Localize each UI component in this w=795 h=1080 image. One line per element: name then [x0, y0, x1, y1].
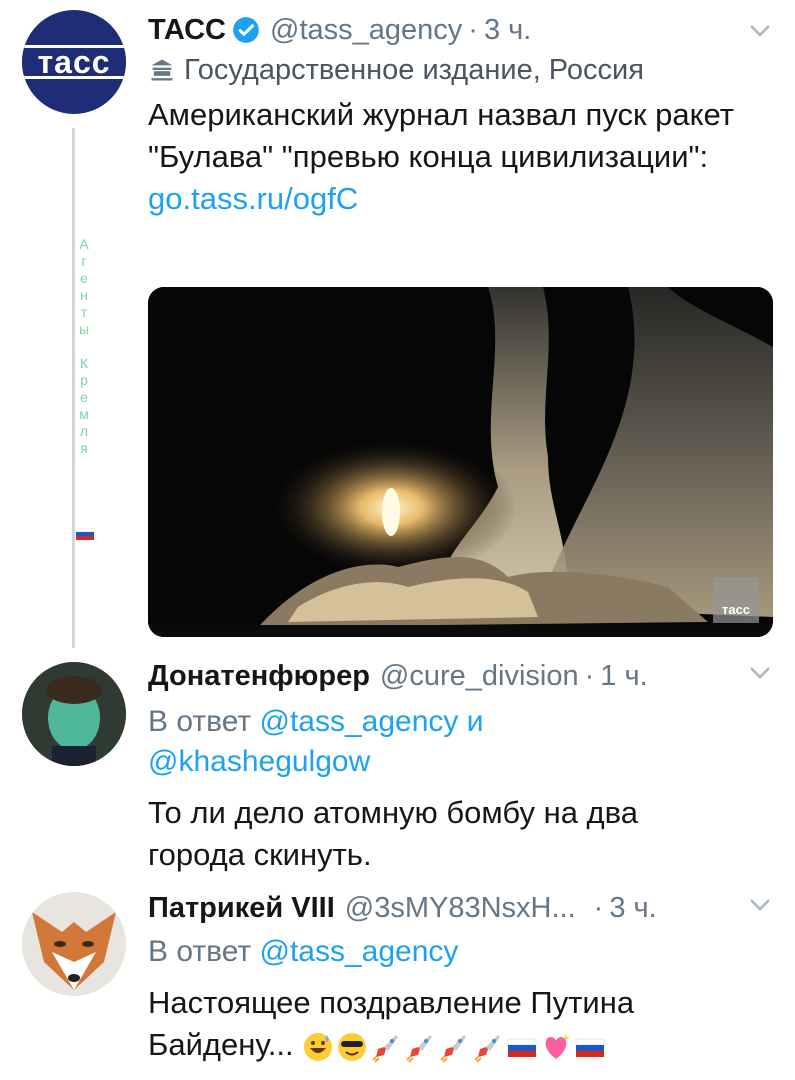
rocket-emoji-icon — [474, 1034, 501, 1063]
rocket-emoji-icon — [440, 1034, 467, 1063]
rocket-emoji-icon — [372, 1034, 399, 1063]
handle[interactable]: @3sMY83NsxH... — [345, 892, 576, 925]
thread-line — [72, 128, 75, 648]
russia-flag-icon — [76, 528, 94, 540]
reply-context: В ответ @tass_agency и @khashegulgow — [148, 702, 775, 782]
display-name[interactable]: Донатенфюрер — [148, 660, 370, 693]
separator-dot: · — [584, 659, 595, 692]
reply-mention[interactable]: @tass_agency — [259, 935, 458, 968]
russia-flag-emoji-icon — [575, 1038, 605, 1057]
reply-tweet-2[interactable]: Патрикей VIII @3sMY83NsxH... · 3 ч. В от… — [0, 888, 795, 1080]
reply-and: и — [466, 705, 484, 738]
separator-dot: · — [593, 891, 604, 924]
tweet-text: Американский журнал назвал пуск ракет "Б… — [148, 94, 738, 220]
media-watermark: тасс — [713, 577, 759, 623]
tweet-header: Патрикей VIII @3sMY83NsxH... · 3 ч. — [148, 888, 775, 928]
tweet-media-image[interactable]: тасс — [148, 287, 773, 637]
chevron-down-icon[interactable] — [749, 898, 771, 912]
tweet-tass[interactable]: тасс А г е н т ы К р е м л я ТАСС @tass_… — [0, 0, 795, 650]
avatar-photo — [22, 662, 126, 766]
display-name[interactable]: Патрикей VIII — [148, 892, 335, 925]
tweet-header: Донатенфюрер @cure_division · 1 ч. — [148, 656, 775, 696]
handle[interactable]: @tass_agency — [270, 14, 462, 47]
timestamp[interactable]: 1 ч. — [600, 660, 647, 693]
reply-mention[interactable]: @tass_agency — [259, 705, 458, 738]
handle[interactable]: @cure_division — [380, 660, 579, 693]
tweet-link[interactable]: go.tass.ru/ogfC — [148, 181, 358, 216]
tweet-header: ТАСС @tass_agency · 3 ч. — [148, 10, 775, 50]
emoji-row — [302, 1031, 606, 1063]
state-media-label-text: Государственное издание, Россия — [184, 54, 644, 86]
avatar-tass[interactable]: тасс — [22, 10, 126, 114]
avatar-user[interactable] — [22, 662, 126, 766]
rocket-emoji-icon — [406, 1034, 433, 1063]
reply-tweet-1[interactable]: Донатенфюрер @cure_division · 1 ч. В отв… — [0, 650, 795, 890]
avatar-user[interactable] — [22, 892, 126, 996]
missile-launch-photo — [148, 287, 773, 637]
government-building-icon — [151, 59, 173, 81]
reply-prefix: В ответ — [148, 705, 252, 738]
reply-mention[interactable]: @khashegulgow — [148, 745, 370, 778]
tass-logo: тасс — [22, 44, 126, 80]
chevron-down-icon[interactable] — [749, 666, 771, 680]
sparkling-heart-emoji-icon — [545, 1033, 571, 1059]
state-media-label[interactable]: Государственное издание, Россия — [148, 52, 775, 88]
tweet-body: Американский журнал назвал пуск ракет "Б… — [148, 97, 734, 174]
sunglasses-emoji-icon — [338, 1032, 367, 1061]
chevron-down-icon[interactable] — [749, 24, 771, 38]
avatar-photo — [22, 892, 126, 996]
verified-badge-icon — [233, 17, 259, 43]
reply-context: В ответ @tass_agency — [148, 932, 775, 972]
tweet-text: Настоящее поздравление Путина Байдену... — [148, 982, 708, 1066]
tweet-text: То ли дело атомную бомбу на два города с… — [148, 795, 638, 872]
reply-prefix: В ответ — [148, 935, 252, 968]
display-name[interactable]: ТАСС — [148, 14, 226, 47]
grinning-sweat-emoji-icon — [304, 1032, 333, 1061]
side-overlay-text: А г е н т ы К р е м л я — [78, 236, 90, 456]
separator-dot: · — [468, 13, 478, 46]
timestamp[interactable]: 3 ч. — [484, 14, 531, 47]
timestamp[interactable]: 3 ч. — [609, 892, 656, 925]
russia-flag-emoji-icon — [507, 1038, 537, 1057]
